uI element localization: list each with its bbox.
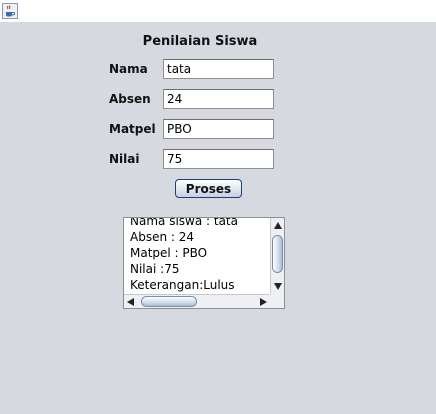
- output-scrollpane: Nama siswa : tata Absen : 24 Matpel : PB…: [123, 217, 285, 309]
- scroll-up-arrow-icon[interactable]: [274, 222, 282, 229]
- window-titlebar: [0, 0, 436, 22]
- java-cup-icon[interactable]: [2, 3, 18, 19]
- scroll-down-arrow-icon[interactable]: [274, 283, 282, 290]
- output-textarea[interactable]: Nama siswa : tata Absen : 24 Matpel : PB…: [124, 218, 270, 294]
- output-line: Nama siswa : tata: [130, 218, 238, 228]
- absen-label: Absen: [109, 92, 151, 106]
- form-panel: Penilaian Siswa Nama tata Absen 24 Matpe…: [0, 22, 436, 414]
- nilai-label: Nilai: [109, 152, 140, 166]
- output-lines: Nama siswa : tata Absen : 24 Matpel : PB…: [130, 218, 238, 293]
- output-line: Absen : 24: [130, 230, 195, 244]
- output-line: Matpel : PBO: [130, 246, 208, 260]
- nilai-field[interactable]: 75: [163, 149, 274, 169]
- vertical-scroll-thumb[interactable]: [272, 235, 283, 273]
- output-line: Nilai :75: [130, 262, 180, 276]
- output-line: Keterangan:Lulus: [130, 278, 235, 292]
- proses-button[interactable]: Proses: [175, 179, 242, 198]
- scroll-corner: [270, 294, 284, 308]
- scroll-right-arrow-icon[interactable]: [260, 298, 267, 306]
- nama-label: Nama: [109, 62, 148, 76]
- scroll-left-arrow-icon[interactable]: [127, 298, 134, 306]
- matpel-field[interactable]: PBO: [163, 119, 274, 139]
- form-title: Penilaian Siswa: [142, 34, 258, 49]
- horizontal-scrollbar[interactable]: [124, 294, 270, 308]
- nama-field[interactable]: tata: [163, 59, 274, 79]
- matpel-label: Matpel: [109, 122, 156, 136]
- horizontal-scroll-thumb[interactable]: [141, 296, 197, 307]
- vertical-scrollbar[interactable]: [270, 218, 284, 294]
- absen-field[interactable]: 24: [163, 89, 274, 109]
